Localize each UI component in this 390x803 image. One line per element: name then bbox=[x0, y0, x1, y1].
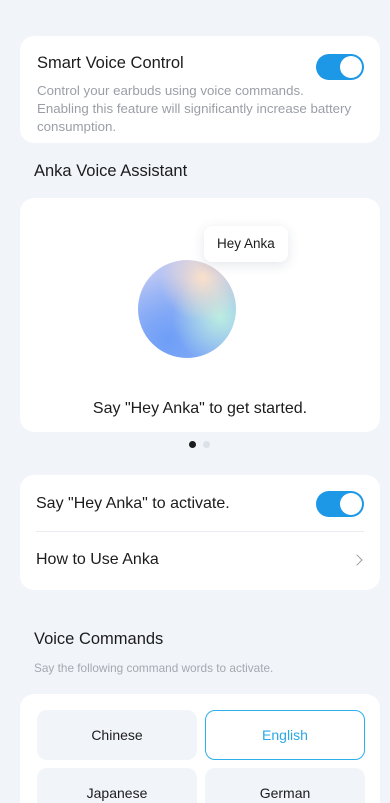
how-to-use-anka-row[interactable]: How to Use Anka bbox=[36, 532, 364, 588]
toggle-knob bbox=[340, 493, 362, 515]
activate-label: Say "Hey Anka" to activate. bbox=[36, 495, 230, 512]
language-selection-card: Chinese English Japanese German bbox=[20, 694, 380, 803]
page-dot-inactive[interactable] bbox=[203, 441, 210, 448]
page-dot-active[interactable] bbox=[189, 441, 196, 448]
language-option-japanese[interactable]: Japanese bbox=[37, 768, 197, 803]
language-option-chinese[interactable]: Chinese bbox=[37, 710, 197, 760]
smart-voice-control-description: Control your earbuds using voice command… bbox=[37, 83, 352, 134]
assistant-carousel-card[interactable]: Hey Anka Say "Hey Anka" to get started. bbox=[20, 198, 380, 432]
wake-word-settings-card: Say "Hey Anka" to activate. How to Use A… bbox=[20, 475, 380, 590]
activate-row: Say "Hey Anka" to activate. bbox=[36, 476, 364, 532]
smart-voice-control-title: Smart Voice Control bbox=[37, 54, 184, 72]
hey-anka-bubble: Hey Anka bbox=[204, 226, 288, 262]
voice-commands-subtitle: Say the following command words to activ… bbox=[34, 661, 274, 675]
toggle-knob bbox=[340, 56, 362, 78]
voice-commands-title: Voice Commands bbox=[34, 630, 164, 648]
how-to-use-label: How to Use Anka bbox=[36, 551, 159, 568]
assistant-section-title: Anka Voice Assistant bbox=[34, 162, 188, 180]
language-option-english[interactable]: English bbox=[205, 710, 365, 760]
smart-voice-control-toggle[interactable] bbox=[316, 54, 364, 80]
language-option-german[interactable]: German bbox=[205, 768, 365, 803]
assistant-caption: Say "Hey Anka" to get started. bbox=[92, 400, 308, 417]
voice-control-screen: Smart Voice Control Control your earbuds… bbox=[0, 0, 390, 803]
hey-anka-activate-toggle[interactable] bbox=[316, 491, 364, 517]
voice-assistant-orb bbox=[138, 260, 236, 358]
smart-voice-control-card: Smart Voice Control Control your earbuds… bbox=[20, 36, 380, 143]
chevron-right-icon bbox=[351, 554, 363, 566]
